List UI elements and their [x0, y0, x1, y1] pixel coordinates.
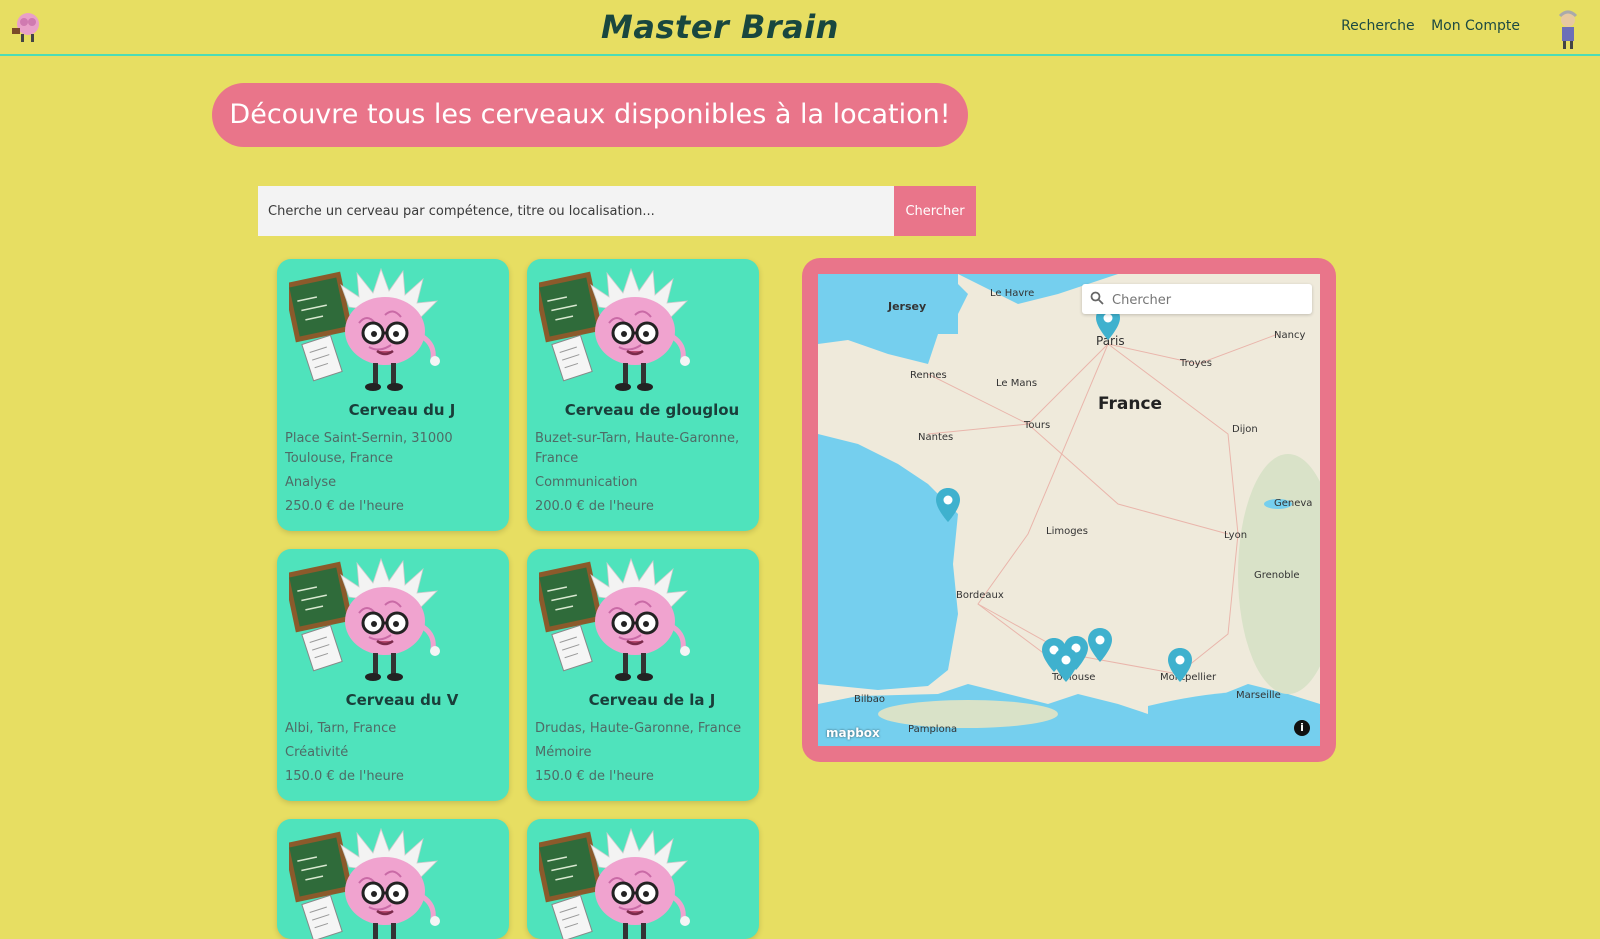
city-label: Nancy [1274, 330, 1306, 341]
city-label: Limoges [1046, 526, 1088, 537]
brain-card[interactable]: Cerveau de glouglou Buzet-sur-Tarn, Haut… [527, 259, 759, 531]
search-input[interactable] [258, 186, 894, 236]
card-address: Albi, Tarn, France [285, 721, 397, 736]
site-header: Master Brain Recherche Mon Compte [0, 0, 1600, 56]
card-skill: Mémoire [535, 745, 592, 760]
brain-card[interactable] [277, 819, 509, 939]
card-title[interactable]: Cerveau de glouglou [527, 401, 759, 419]
city-label: Pamplona [908, 724, 958, 735]
city-label: Bilbao [854, 694, 886, 705]
brain-card[interactable]: Cerveau du J Place Saint-Sernin, 31000 T… [277, 259, 509, 531]
brain-mascot-image [289, 267, 441, 393]
city-label: Troyes [1180, 358, 1212, 369]
card-title[interactable]: Cerveau du J [277, 401, 509, 419]
map-frame: Jersey Le Havre Paris Nancy Troyes Renne… [802, 258, 1336, 762]
map-geocoder [1082, 284, 1312, 316]
city-label: Tours [1024, 420, 1051, 431]
search-icon [1090, 291, 1104, 305]
brain-card[interactable]: Cerveau de la J Drudas, Haute-Garonne, F… [527, 549, 759, 801]
card-details: Albi, Tarn, France Créativité 150.0 € de… [285, 719, 501, 791]
card-skill: Créativité [285, 745, 349, 760]
site-title[interactable]: Master Brain [0, 8, 1440, 46]
card-price: 150.0 € de l'heure [285, 769, 404, 784]
brain-mascot-image [289, 557, 441, 683]
nav-mon-compte-link[interactable]: Mon Compte [1431, 18, 1520, 34]
map-marker-icon[interactable] [936, 488, 960, 522]
brain-card[interactable]: Cerveau du V Albi, Tarn, France Créativi… [277, 549, 509, 801]
france-map[interactable]: Jersey Le Havre Paris Nancy Troyes Renne… [818, 274, 1320, 746]
nav-recherche-link[interactable]: Recherche [1341, 18, 1415, 34]
city-label: Le Havre [990, 288, 1035, 299]
city-label: Nantes [918, 432, 954, 443]
card-details: Place Saint-Sernin, 31000 Toulouse, Fran… [285, 429, 501, 521]
card-skill: Analyse [285, 475, 337, 490]
mapbox-attribution-logo[interactable]: mapbox [826, 726, 880, 740]
city-label: Grenoble [1254, 570, 1300, 581]
brain-mascot-image [539, 267, 691, 393]
card-details: Buzet-sur-Tarn, Haute-Garonne, France Co… [535, 429, 751, 521]
card-price: 150.0 € de l'heure [535, 769, 654, 784]
city-label: Dijon [1232, 424, 1258, 435]
card-skill: Communication [535, 475, 638, 490]
card-address: Place Saint-Sernin, 31000 Toulouse, Fran… [285, 431, 453, 466]
user-avatar-icon[interactable] [1554, 10, 1582, 50]
brain-mascot-image [289, 827, 441, 939]
map-marker-icon[interactable] [1168, 648, 1192, 682]
city-label: Bordeaux [956, 590, 1004, 601]
city-label: Geneva [1274, 498, 1313, 509]
city-label: Marseille [1236, 690, 1281, 701]
main-nav: Recherche Mon Compte [1329, 18, 1520, 34]
country-label: France [1098, 394, 1163, 414]
search-bar: Chercher [258, 186, 976, 236]
city-label: Jersey [888, 300, 927, 313]
city-label: Lyon [1224, 530, 1248, 541]
card-address: Drudas, Haute-Garonne, France [535, 721, 742, 736]
card-title[interactable]: Cerveau de la J [527, 691, 759, 709]
card-title[interactable]: Cerveau du V [277, 691, 509, 709]
search-button[interactable]: Chercher [894, 186, 976, 236]
map-marker-icon[interactable] [1088, 628, 1112, 662]
card-price: 200.0 € de l'heure [535, 499, 654, 514]
card-price: 250.0 € de l'heure [285, 499, 404, 514]
brain-mascot-image [539, 827, 691, 939]
info-icon[interactable]: i [1294, 720, 1310, 736]
hero-banner: Découvre tous les cerveaux disponibles à… [212, 83, 968, 147]
map-search-input[interactable] [1110, 284, 1310, 316]
city-label: Rennes [910, 370, 947, 381]
card-address: Buzet-sur-Tarn, Haute-Garonne, France [535, 431, 740, 466]
brain-card[interactable] [527, 819, 759, 939]
brain-mascot-image [539, 557, 691, 683]
city-label: Le Mans [996, 378, 1038, 389]
card-details: Drudas, Haute-Garonne, France Mémoire 15… [535, 719, 751, 791]
map-marker-icon[interactable] [1054, 648, 1078, 682]
